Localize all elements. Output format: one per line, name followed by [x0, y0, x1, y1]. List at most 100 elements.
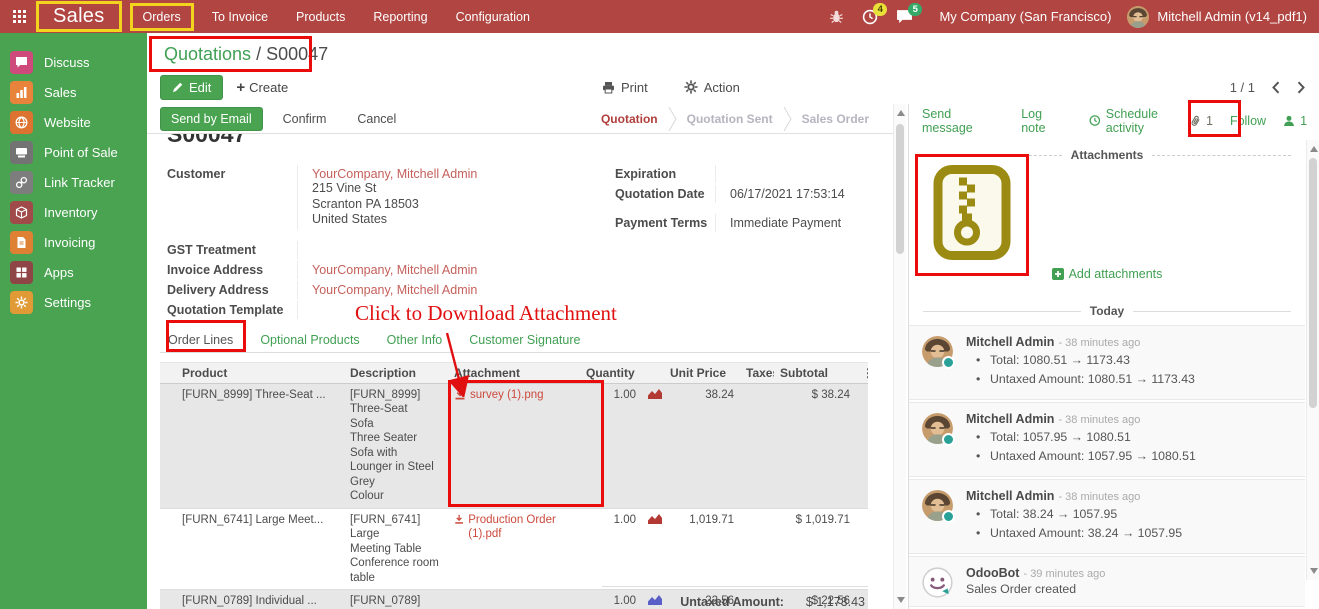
create-button[interactable]: + Create	[236, 79, 288, 96]
scroll-up-icon[interactable]	[1310, 146, 1318, 152]
sidebar-item-apps[interactable]: Apps	[0, 257, 147, 287]
sales-chart-icon	[10, 81, 33, 104]
tab-customer-signature[interactable]: Customer Signature	[469, 333, 580, 347]
totals-section: Untaxed Amount: $ 1,173.43	[602, 586, 868, 609]
attachment-count: 1	[1206, 114, 1213, 128]
message-author[interactable]: OdooBot	[966, 566, 1019, 580]
invoice-address-link[interactable]: YourCompany, Mitchell Admin	[312, 263, 477, 277]
apps-grid-icon[interactable]	[13, 10, 27, 24]
sidebar-item-invoicing[interactable]: Invoicing	[0, 227, 147, 257]
scroll-down-icon[interactable]	[1310, 568, 1318, 574]
col-description: Description	[344, 363, 448, 384]
download-icon	[454, 388, 466, 400]
message-author[interactable]: Mitchell Admin	[966, 489, 1054, 503]
scroll-down-icon[interactable]	[897, 597, 905, 603]
step-separator-icon	[668, 106, 677, 132]
table-row[interactable]: [FURN_6741] Large Meet... [FURN_6741] La…	[160, 508, 868, 589]
chatter-scrollbar[interactable]	[1306, 140, 1319, 580]
record-name-clipped: S00047	[167, 134, 893, 147]
sidebar-item-website[interactable]: Website	[0, 107, 147, 137]
log-note-button[interactable]: Log note	[1021, 107, 1065, 135]
notebook-tabs: Order Lines Optional Products Other Info…	[160, 327, 880, 353]
add-plus-icon	[1052, 268, 1064, 280]
forecast-chart-icon[interactable]	[648, 388, 662, 403]
invoicing-document-icon	[10, 231, 33, 254]
zip-attachment-thumbnail[interactable]	[933, 164, 1011, 261]
messages-bubble-icon[interactable]: 5	[896, 9, 913, 24]
toggle-columns-icon[interactable]: ⋮	[856, 363, 868, 384]
quotation-date-value: 06/17/2021 17:53:14	[715, 185, 883, 203]
statusbar: Send by Email Confirm Cancel Quotation Q…	[147, 104, 893, 134]
delivery-address-link[interactable]: YourCompany, Mitchell Admin	[312, 283, 477, 297]
col-unit-price: Unit Price	[664, 363, 740, 384]
expiration-value	[715, 165, 883, 183]
attachments-toggle-button[interactable]: 1	[1190, 114, 1213, 128]
activity-count-badge: 4	[873, 3, 887, 16]
sidebar-item-label: Discuss	[44, 55, 90, 70]
sidebar-item-label: Settings	[44, 295, 91, 310]
sidebar-item-inventory[interactable]: Inventory	[0, 197, 147, 227]
scrollbar-thumb[interactable]	[896, 124, 904, 254]
tab-optional-products[interactable]: Optional Products	[260, 333, 359, 347]
control-panel: Quotations / S00047 Edit + Create Print …	[147, 33, 1319, 104]
breadcrumb-quotations-link[interactable]: Quotations	[164, 44, 251, 64]
confirm-button[interactable]: Confirm	[272, 107, 338, 131]
message-avatar	[922, 336, 953, 367]
pager: 1 / 1	[1230, 80, 1305, 95]
send-by-email-button[interactable]: Send by Email	[160, 107, 263, 131]
menu-configuration[interactable]: Configuration	[442, 5, 544, 29]
attachment-download-link[interactable]: survey (1).png	[454, 388, 544, 402]
menu-to-invoice[interactable]: To Invoice	[198, 5, 282, 29]
sidebar-item-settings[interactable]: Settings	[0, 287, 147, 317]
debug-bug-icon[interactable]	[829, 9, 844, 24]
menu-orders[interactable]: Orders	[130, 3, 194, 31]
quotation-date-label: Quotation Date	[615, 185, 715, 203]
user-menu[interactable]: Mitchell Admin (v14_pdf1)	[1157, 9, 1307, 24]
user-avatar[interactable]	[1127, 6, 1149, 28]
sidebar-item-discuss[interactable]: Discuss	[0, 47, 147, 77]
sidebar-item-point-of-sale[interactable]: Point of Sale	[0, 137, 147, 167]
scroll-up-icon[interactable]	[897, 110, 905, 116]
menu-products[interactable]: Products	[282, 5, 359, 29]
tab-order-lines[interactable]: Order Lines	[168, 333, 233, 347]
pager-next-icon[interactable]	[1297, 81, 1305, 94]
app-menu-sales[interactable]: Sales	[53, 5, 105, 27]
follower-count: 1	[1300, 114, 1307, 128]
step-quotation[interactable]: Quotation	[591, 112, 668, 126]
invoice-address-label: Invoice Address	[167, 261, 297, 279]
message-time: - 38 minutes ago	[1058, 337, 1140, 349]
table-row[interactable]: [FURN_8999] Three-Seat ... [FURN_8999] T…	[160, 384, 868, 509]
followers-button[interactable]: 1	[1283, 114, 1307, 128]
send-message-button[interactable]: Send message	[922, 107, 997, 135]
menu-reporting[interactable]: Reporting	[359, 5, 441, 29]
customer-link[interactable]: YourCompany, Mitchell Admin	[312, 167, 477, 181]
message-author[interactable]: Mitchell Admin	[966, 412, 1054, 426]
step-quotation-sent[interactable]: Quotation Sent	[677, 112, 783, 126]
tab-other-info[interactable]: Other Info	[387, 333, 443, 347]
edit-button[interactable]: Edit	[160, 75, 223, 100]
message-author[interactable]: Mitchell Admin	[966, 335, 1054, 349]
attachments-divider: Attachments	[923, 148, 1291, 162]
add-attachments-button[interactable]: Add attachments	[909, 267, 1305, 281]
attachments-title: Attachments	[1071, 148, 1144, 162]
action-button[interactable]: Action	[684, 80, 740, 95]
follow-button[interactable]: Follow	[1230, 114, 1266, 128]
cell-product: [FURN_0789] Individual ...	[176, 590, 344, 609]
scrollbar-thumb[interactable]	[1309, 158, 1317, 408]
pager-previous-icon[interactable]	[1272, 81, 1280, 94]
discuss-icon	[10, 51, 33, 74]
customer-address: 215 Vine St Scranton PA 18503 United Sta…	[312, 181, 605, 228]
main-scrollbar[interactable]	[893, 104, 906, 609]
company-switcher[interactable]: My Company (San Francisco)	[939, 9, 1111, 24]
printer-icon	[602, 81, 615, 94]
print-button[interactable]: Print	[602, 80, 648, 95]
forecast-chart-icon[interactable]	[648, 513, 662, 528]
schedule-activity-button[interactable]: Schedule activity	[1089, 107, 1190, 135]
inventory-box-icon	[10, 201, 33, 224]
sidebar-item-sales[interactable]: Sales	[0, 77, 147, 107]
step-sales-order[interactable]: Sales Order	[792, 112, 879, 126]
attachment-download-link[interactable]: Production Order (1).pdf	[454, 513, 574, 542]
activities-clock-icon[interactable]: 4	[862, 9, 878, 25]
sidebar-item-link-tracker[interactable]: Link Tracker	[0, 167, 147, 197]
cancel-button[interactable]: Cancel	[346, 107, 407, 131]
